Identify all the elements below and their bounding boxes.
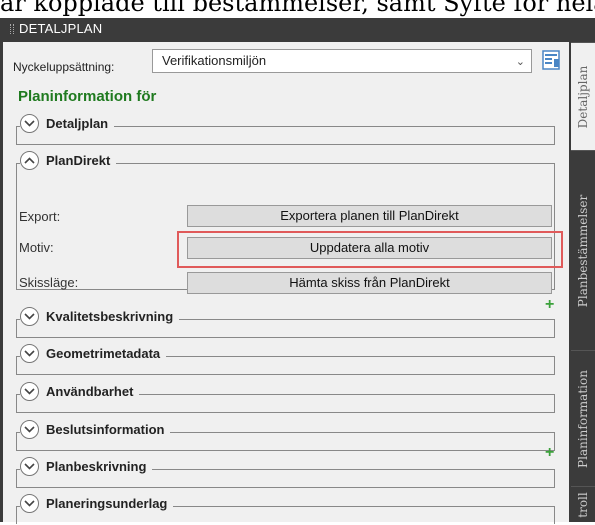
expand-chevron-icon[interactable] [20, 114, 39, 133]
settings-icon[interactable] [542, 49, 562, 71]
tab-planbestammelser[interactable]: Planbestämmelser [571, 150, 595, 350]
collapse-chevron-icon[interactable] [20, 151, 39, 170]
chevron-down-icon[interactable]: ⌄ [516, 51, 525, 73]
section-geometrimetadata-toggle[interactable]: Geometrimetadata [20, 344, 167, 363]
drag-grip-icon[interactable] [10, 24, 14, 34]
export-plandirekt-button[interactable]: Exportera planen till PlanDirekt [187, 205, 552, 227]
key-set-value: Verifikationsmiljön [162, 53, 267, 68]
fetch-sketch-button[interactable]: Hämta skiss från PlanDirekt [187, 272, 552, 294]
panel-titlebar[interactable]: DETALJPLAN [0, 18, 595, 40]
section-plandirekt-toggle[interactable]: PlanDirekt [20, 151, 117, 170]
section-planbeskrivning-toggle[interactable]: Planbeskrivning [20, 457, 153, 476]
section-title: Geometrimetadata [46, 346, 161, 361]
document-text-fragment: ar kopplade till bestämmelser, samt Syft… [0, 0, 595, 17]
section-beslutsinformation-toggle[interactable]: Beslutsinformation [20, 420, 171, 439]
tab-detaljplan[interactable]: Detaljplan [571, 42, 595, 150]
section-beslutsinformation: Beslutsinformation [10, 419, 555, 451]
expand-chevron-icon[interactable] [20, 457, 39, 476]
section-planbeskrivning: Planbeskrivning [10, 456, 555, 488]
section-title: Kvalitetsbeskrivning [46, 309, 174, 324]
expand-chevron-icon[interactable] [20, 420, 39, 439]
section-title: Användbarhet [46, 384, 134, 399]
section-geometrimetadata: Geometrimetadata [10, 343, 555, 375]
tab-label: Detaljplan [576, 65, 590, 128]
skisslage-label: Skissläge: [19, 275, 79, 290]
tab-label: Planbestämmelser [576, 194, 590, 307]
side-tab-strip: Detaljplan Planbestämmelser Planinformat… [571, 42, 595, 522]
expand-chevron-icon[interactable] [20, 307, 39, 326]
export-label: Export: [19, 209, 61, 224]
motiv-label: Motiv: [19, 240, 54, 255]
tab-label: Planinformation [576, 369, 590, 468]
section-title: Planeringsunderlag [46, 496, 168, 511]
section-title: Beslutsinformation [46, 422, 165, 437]
section-detaljplan-toggle[interactable]: Detaljplan [20, 114, 115, 133]
section-planeringsunderlag: Planeringsunderlag [10, 493, 555, 525]
tab-planinformation[interactable]: Planinformation [571, 350, 595, 486]
expand-chevron-icon[interactable] [20, 494, 39, 513]
section-anvandbarhet: Användbarhet [10, 381, 555, 413]
panel-content: Nyckeluppsättning: Verifikationsmiljön ⌄… [3, 42, 569, 525]
section-detaljplan: Detaljplan [10, 113, 555, 145]
tab-kontroll[interactable]: troll [571, 486, 595, 522]
section-title: Detaljplan [46, 116, 109, 131]
key-set-label: Nyckeluppsättning: [13, 60, 115, 74]
section-title: Planbeskrivning [46, 459, 147, 474]
tab-label: troll [576, 491, 590, 518]
expand-chevron-icon[interactable] [20, 382, 39, 401]
section-anvandbarhet-toggle[interactable]: Användbarhet [20, 382, 140, 401]
highlight-box [177, 231, 563, 268]
expand-chevron-icon[interactable] [20, 344, 39, 363]
panel-title: DETALJPLAN [19, 21, 103, 36]
section-kvalitetsbeskrivning: Kvalitetsbeskrivning [10, 306, 555, 338]
key-set-select[interactable]: Verifikationsmiljön ⌄ [152, 49, 532, 73]
planinformation-heading: Planinformation för [18, 88, 157, 105]
section-planeringsunderlag-toggle[interactable]: Planeringsunderlag [20, 494, 174, 513]
section-kvalitetsbeskrivning-toggle[interactable]: Kvalitetsbeskrivning [20, 307, 180, 326]
detaljplan-panel: DETALJPLAN Nyckeluppsättning: Verifikati… [0, 18, 595, 525]
section-title: PlanDirekt [46, 153, 111, 168]
